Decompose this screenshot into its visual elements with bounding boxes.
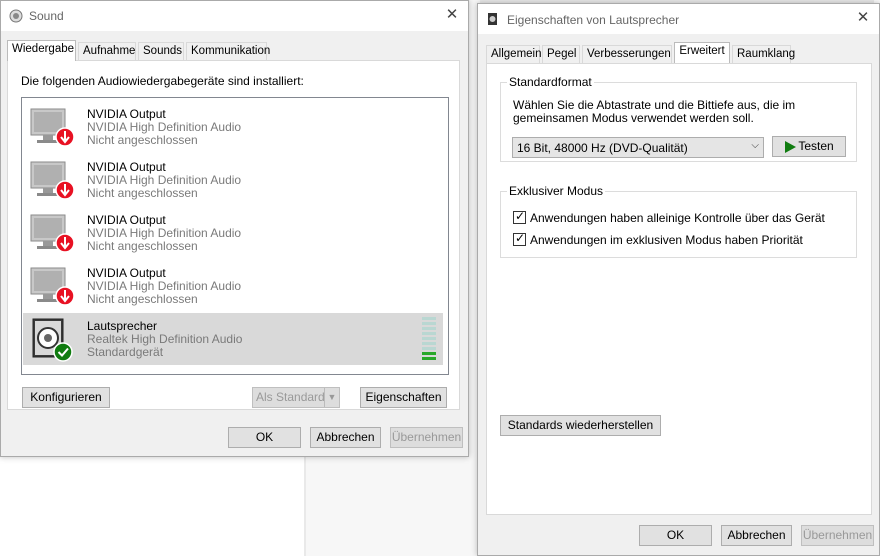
exclusive-priority-checkbox[interactable]: ✓ xyxy=(513,231,526,246)
apply-button[interactable]: Übernehmen xyxy=(801,525,874,546)
device-driver: Realtek High Definition Audio xyxy=(87,332,243,346)
apply-button[interactable]: Übernehmen xyxy=(390,427,463,448)
tab-verbesserungen[interactable]: Verbesserungen xyxy=(582,45,672,63)
advanced-panel: Standardformat Wählen Sie die Abtastrate… xyxy=(486,63,872,515)
properties-dialog: Eigenschaften von Lautsprecher ✕ Allgeme… xyxy=(477,3,880,556)
format-select[interactable]: 16 Bit, 48000 Hz (DVD-Qualität) ⌵ xyxy=(512,137,764,158)
configure-button[interactable]: Konfigurieren xyxy=(22,387,110,408)
list-item[interactable]: NVIDIA Output NVIDIA High Definition Aud… xyxy=(23,260,443,312)
volume-meter xyxy=(422,317,436,361)
device-name: NVIDIA Output xyxy=(87,107,166,121)
close-button[interactable]: ✕ xyxy=(440,4,464,26)
monitor-disconnected-icon xyxy=(29,105,75,149)
exclusive-mode-group: Exklusiver Modus ✓ Anwendungen haben all… xyxy=(500,184,857,258)
exclusive-control-label: Anwendungen haben alleinige Kontrolle üb… xyxy=(530,211,825,225)
monitor-disconnected-icon xyxy=(29,158,75,202)
test-label: Testen xyxy=(798,139,834,153)
tab-kommunikation[interactable]: Kommunikation xyxy=(186,42,270,60)
standard-format-label: Standardformat xyxy=(507,75,594,89)
device-status: Standardgerät xyxy=(87,345,164,359)
standard-format-group: Standardformat Wählen Sie die Abtastrate… xyxy=(500,75,857,162)
set-default-button[interactable]: Als Standard ▼ xyxy=(252,387,340,408)
speaker-app-icon xyxy=(486,12,500,26)
monitor-disconnected-icon xyxy=(29,264,75,308)
speaker-app-icon xyxy=(9,9,23,23)
exclusive-control-checkbox[interactable]: ✓ xyxy=(513,209,526,224)
chevron-down-icon: ⌵ xyxy=(751,140,759,151)
chevron-down-icon: ▼ xyxy=(324,388,339,407)
device-status: Nicht angeschlossen xyxy=(87,133,198,147)
cancel-button[interactable]: Abbrechen xyxy=(310,427,381,448)
play-icon xyxy=(785,141,796,153)
list-item[interactable]: NVIDIA Output NVIDIA High Definition Aud… xyxy=(23,154,443,206)
speaker-default-icon xyxy=(29,317,75,362)
device-status: Nicht angeschlossen xyxy=(87,292,198,306)
exclusive-mode-label: Exklusiver Modus xyxy=(507,184,606,198)
properties-button[interactable]: Eigenschaften xyxy=(360,387,447,408)
device-driver: NVIDIA High Definition Audio xyxy=(87,226,242,240)
ok-button[interactable]: OK xyxy=(228,427,301,448)
sound-title: Sound xyxy=(29,9,64,23)
restore-defaults-button[interactable]: Standards wiederherstellen xyxy=(500,415,661,436)
test-button[interactable]: Testen xyxy=(772,136,846,157)
list-item-selected[interactable]: Lautsprecher Realtek High Definition Aud… xyxy=(23,313,443,365)
tab-pegel[interactable]: Pegel xyxy=(542,45,580,63)
device-name: NVIDIA Output xyxy=(87,213,166,227)
background-panel-mid xyxy=(306,456,476,556)
properties-title: Eigenschaften von Lautsprecher xyxy=(507,13,680,27)
device-driver: NVIDIA High Definition Audio xyxy=(87,279,242,293)
sound-titlebar: Sound ✕ xyxy=(1,1,468,31)
tab-allgemein[interactable]: Allgemein xyxy=(486,45,542,63)
device-status: Nicht angeschlossen xyxy=(87,186,198,200)
device-driver: NVIDIA High Definition Audio xyxy=(87,173,242,187)
monitor-disconnected-icon xyxy=(29,211,75,255)
tab-raumklang[interactable]: Raumklang xyxy=(732,45,795,63)
device-list[interactable]: NVIDIA Output NVIDIA High Definition Aud… xyxy=(21,97,449,375)
device-status: Nicht angeschlossen xyxy=(87,239,198,253)
playback-panel: Die folgenden Audiowiedergabegeräte sind… xyxy=(7,60,460,410)
format-select-value: 16 Bit, 48000 Hz (DVD-Qualität) xyxy=(517,141,688,155)
cancel-button[interactable]: Abbrechen xyxy=(721,525,792,546)
list-item[interactable]: NVIDIA Output NVIDIA High Definition Aud… xyxy=(23,207,443,259)
device-name: NVIDIA Output xyxy=(87,266,166,280)
background-panel xyxy=(0,456,304,556)
device-driver: NVIDIA High Definition Audio xyxy=(87,120,242,134)
tab-sounds[interactable]: Sounds xyxy=(138,42,184,60)
list-item[interactable]: NVIDIA Output NVIDIA High Definition Aud… xyxy=(23,101,443,153)
checkmark-icon: ✓ xyxy=(515,209,526,223)
set-default-label: Als Standard xyxy=(256,390,325,404)
device-name: Lautsprecher xyxy=(87,319,158,333)
properties-client: Allgemein Pegel Verbesserungen Erweitert… xyxy=(478,34,879,555)
tab-aufnahme[interactable]: Aufnahme xyxy=(78,42,136,60)
sound-client: Wiedergabe Aufnahme Sounds Kommunikation… xyxy=(1,31,468,456)
close-button[interactable]: ✕ xyxy=(851,7,875,29)
sound-dialog: Sound ✕ Wiedergabe Aufnahme Sounds Kommu… xyxy=(0,0,469,457)
tab-wiedergabe[interactable]: Wiedergabe xyxy=(7,40,76,61)
format-description-line1: Wählen Sie die Abtastrate und die Bittie… xyxy=(513,98,796,112)
ok-button[interactable]: OK xyxy=(639,525,712,546)
format-description-line2: gemeinsamen Modus verwendet werden soll. xyxy=(513,111,754,125)
tab-erweitert[interactable]: Erweitert xyxy=(674,42,730,63)
checkmark-icon: ✓ xyxy=(515,231,526,245)
properties-titlebar: Eigenschaften von Lautsprecher ✕ xyxy=(478,4,879,34)
instruction-text: Die folgenden Audiowiedergabegeräte sind… xyxy=(21,74,304,88)
device-name: NVIDIA Output xyxy=(87,160,166,174)
exclusive-priority-label: Anwendungen im exklusiven Modus haben Pr… xyxy=(530,233,803,247)
